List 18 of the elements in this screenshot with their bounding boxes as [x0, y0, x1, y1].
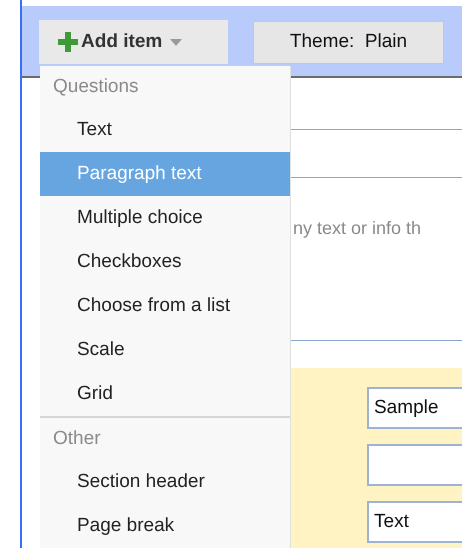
- menu-item[interactable]: Multiple choice: [40, 196, 290, 240]
- menu-item[interactable]: Grid: [40, 372, 290, 416]
- input-field[interactable]: [367, 444, 462, 486]
- add-item-button[interactable]: Add item: [39, 20, 228, 64]
- menu-item[interactable]: Choose from a list: [40, 284, 290, 328]
- menu-section-header: Questions: [52, 74, 140, 99]
- menu-item[interactable]: Page break: [40, 504, 290, 548]
- description-hint: ny text or info th: [292, 217, 422, 240]
- caret-icon: [170, 38, 182, 46]
- input-field[interactable]: Text: [367, 501, 462, 543]
- plus-icon: [58, 32, 78, 52]
- menu-item[interactable]: Checkboxes: [40, 240, 290, 284]
- input-field[interactable]: Sample: [367, 387, 462, 429]
- menu-section-header: Other: [52, 426, 102, 451]
- menu-item[interactable]: Scale: [40, 328, 290, 372]
- menu-item[interactable]: Text: [40, 108, 290, 152]
- menu-item[interactable]: Section header: [40, 460, 290, 504]
- theme-button[interactable]: Theme: Plain: [253, 21, 444, 64]
